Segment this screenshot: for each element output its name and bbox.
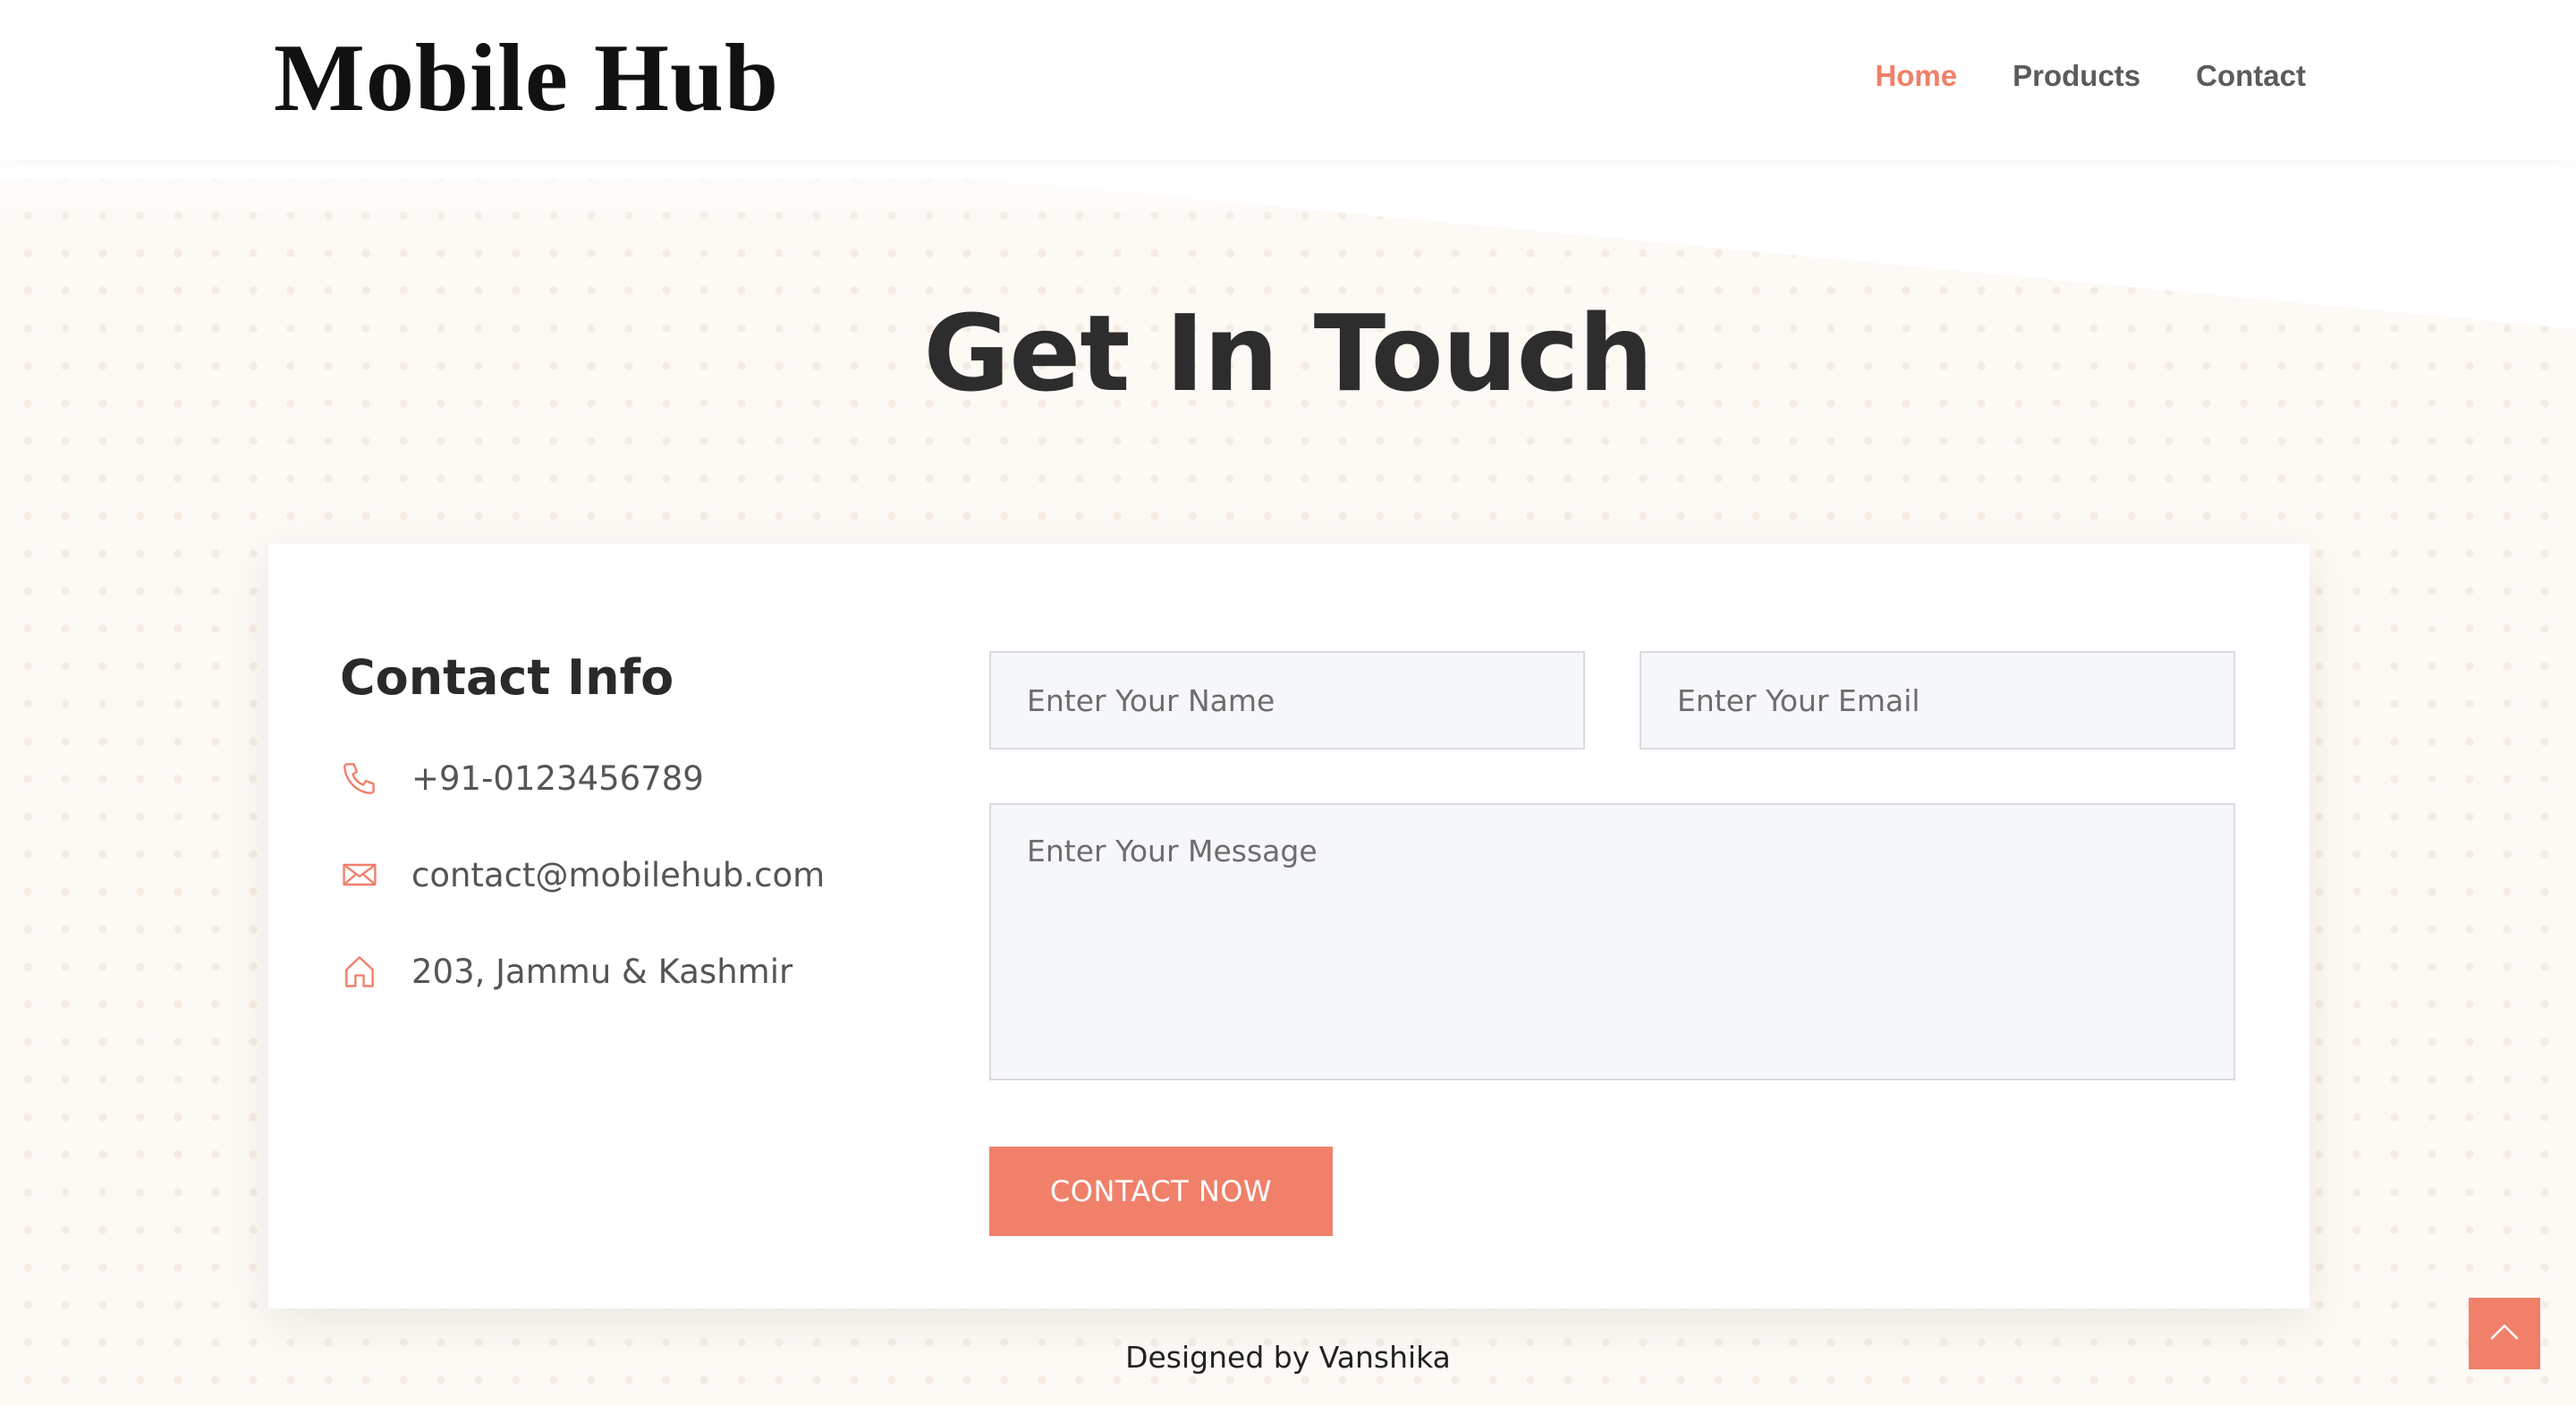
chevron-up-icon <box>2490 1325 2519 1340</box>
contact-email-row: contact@mobilehub.com <box>340 848 825 902</box>
phone-icon <box>340 758 379 798</box>
contact-info-title: Contact Info <box>340 649 674 706</box>
site-logo[interactable]: Mobile Hub <box>274 25 779 132</box>
contact-address-row: 203, Jammu & Kashmir <box>340 944 792 998</box>
nav-link-contact[interactable]: Contact <box>2196 54 2306 98</box>
home-icon <box>340 952 379 991</box>
nav-link-home[interactable]: Home <box>1875 54 1957 98</box>
message-textarea[interactable] <box>989 803 2235 1080</box>
contact-phone-row: +91-0123456789 <box>340 751 704 805</box>
contact-now-button[interactable]: CONTACT NOW <box>989 1147 1333 1236</box>
page-title: Get In Touch <box>923 292 1653 415</box>
hero-background-fade <box>0 159 2576 222</box>
contact-email-text[interactable]: contact@mobilehub.com <box>411 856 825 894</box>
contact-address-text: 203, Jammu & Kashmir <box>411 952 793 991</box>
contact-card: Contact Info +91-0123456789 contact@mobi… <box>268 544 2309 1309</box>
footer-credit: Designed by Vanshika <box>1125 1340 1451 1375</box>
back-to-top-button[interactable] <box>2469 1298 2540 1369</box>
nav-link-products[interactable]: Products <box>2012 54 2140 98</box>
name-input[interactable] <box>989 651 1585 750</box>
site-header: Mobile Hub Home Products Contact <box>0 0 2576 159</box>
envelope-icon <box>340 855 379 894</box>
email-input[interactable] <box>1640 651 2235 750</box>
main-nav: Home Products Contact <box>1875 54 2306 98</box>
contact-phone-text[interactable]: +91-0123456789 <box>411 759 704 798</box>
